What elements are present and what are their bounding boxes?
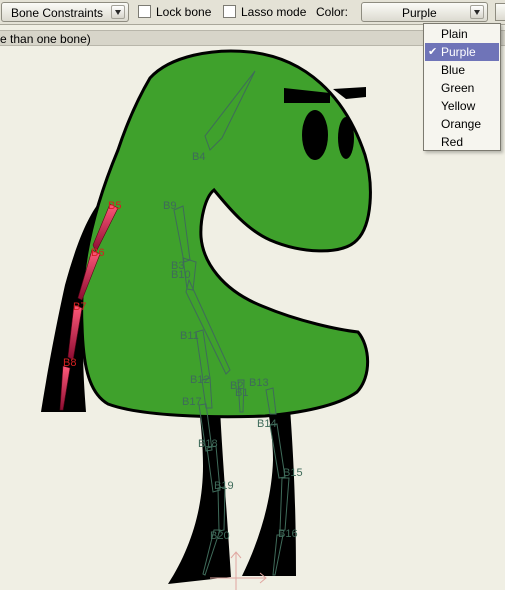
bone-label: B19 xyxy=(214,480,234,492)
color-menu: Plain ✔ Purple Blue Green Yellow Orange R… xyxy=(423,23,501,151)
bone-label: B17 xyxy=(182,396,202,408)
menu-item-label: Blue xyxy=(441,63,466,77)
checkmark-icon: ✔ xyxy=(428,46,438,58)
bone-label: B7 xyxy=(73,301,86,313)
bone-label: B18 xyxy=(198,438,218,450)
hint-text: e than one bone) xyxy=(0,32,91,46)
bone-label: B6 xyxy=(91,247,104,259)
right-eye xyxy=(338,117,354,159)
menu-item-green[interactable]: Green xyxy=(425,79,499,97)
bone-label: B10 xyxy=(171,269,191,281)
lock-bone-checkbox[interactable] xyxy=(138,5,151,18)
bone-label: B16 xyxy=(278,528,298,540)
left-eye xyxy=(302,110,328,160)
bone-label: B8 xyxy=(63,357,76,369)
menu-item-blue[interactable]: Blue xyxy=(425,61,499,79)
toolbar: Bone Constraints Lock bone Lasso mode Co… xyxy=(0,0,505,25)
chevron-down-icon xyxy=(470,5,484,19)
menu-item-label: Green xyxy=(441,81,475,95)
menu-item-orange[interactable]: Orange xyxy=(425,115,499,133)
menu-item-label: Orange xyxy=(441,117,482,131)
menu-item-red[interactable]: Red xyxy=(425,133,499,151)
bone-label: B1 xyxy=(235,387,248,399)
bone-label: B11 xyxy=(180,330,199,342)
bone-label: B5 xyxy=(108,200,121,212)
menu-item-label: Red xyxy=(441,135,464,149)
menu-item-purple[interactable]: ✔ Purple xyxy=(425,43,499,61)
menu-item-label: Purple xyxy=(441,45,476,59)
menu-item-label: Plain xyxy=(441,27,468,41)
lasso-mode-checkbox[interactable] xyxy=(223,5,236,18)
color-label: Color: xyxy=(316,5,349,19)
overflow-toolbar-button[interactable] xyxy=(495,3,505,21)
bone-label: B15 xyxy=(283,467,303,479)
lasso-mode-label: Lasso mode xyxy=(241,5,307,19)
mode-dropdown[interactable]: Bone Constraints xyxy=(1,2,129,22)
bone-label: B12 xyxy=(190,374,210,386)
bone-label: B9 xyxy=(163,200,176,212)
menu-item-label: Yellow xyxy=(441,99,476,113)
chevron-down-icon xyxy=(111,5,125,19)
lock-bone-label: Lock bone xyxy=(156,5,212,19)
bone-label: B13 xyxy=(249,377,269,389)
color-dropdown[interactable]: Purple xyxy=(361,2,488,22)
mode-dropdown-value: Bone Constraints xyxy=(11,6,104,20)
bone-label: B20 xyxy=(210,530,230,542)
menu-item-plain[interactable]: Plain xyxy=(425,25,499,43)
color-dropdown-value: Purple xyxy=(402,6,437,20)
bone-label: B4 xyxy=(192,151,205,163)
menu-item-yellow[interactable]: Yellow xyxy=(425,97,499,115)
bone-label: B14 xyxy=(257,418,277,430)
